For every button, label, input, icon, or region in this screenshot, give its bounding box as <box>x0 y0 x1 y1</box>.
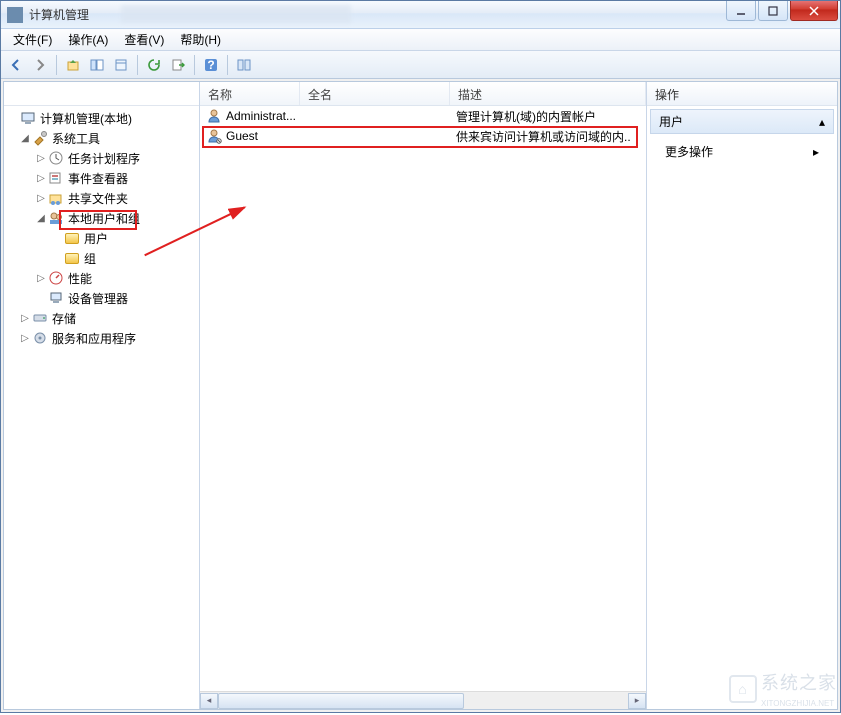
help-button[interactable]: ? <box>200 54 222 76</box>
actions-panel: 操作 用户 ▴ 更多操作 ▸ <box>647 82 837 709</box>
properties-button[interactable] <box>110 54 132 76</box>
folder-icon <box>64 230 80 246</box>
list-row-guest[interactable]: Guest 供来宾访问计算机或访问域的内.. <box>200 126 646 146</box>
cell-name: Guest <box>226 129 258 143</box>
maximize-button[interactable] <box>758 1 788 21</box>
chevron-right-icon: ▸ <box>813 145 819 159</box>
list-header: 名称 全名 描述 <box>200 82 646 106</box>
list-row-administrator[interactable]: Administrat... 管理计算机(域)的内置帐户 <box>200 106 646 126</box>
minimize-button[interactable] <box>726 1 756 21</box>
user-icon <box>206 108 222 124</box>
clock-icon <box>48 150 64 166</box>
content-area: 计算机管理(本地) ◢ 系统工具 ▷ 任务计划程序 ▷ 事件查看器 <box>3 81 838 710</box>
tree-users[interactable]: 用户 <box>4 228 199 248</box>
tree-label: 事件查看器 <box>68 170 128 187</box>
export-button[interactable] <box>167 54 189 76</box>
column-name[interactable]: 名称 <box>200 82 300 105</box>
window-title: 计算机管理 <box>29 6 89 23</box>
titlebar: 计算机管理 <box>1 1 840 29</box>
tree-event-viewer[interactable]: ▷ 事件查看器 <box>4 168 199 188</box>
inactive-title-blur <box>121 5 351 23</box>
menu-help[interactable]: 帮助(H) <box>172 29 229 50</box>
column-fullname[interactable]: 全名 <box>300 82 450 105</box>
folder-icon <box>64 250 80 266</box>
menu-view[interactable]: 查看(V) <box>116 29 172 50</box>
scroll-right-button[interactable]: ▸ <box>628 693 646 709</box>
event-icon <box>48 170 64 186</box>
tree-label: 系统工具 <box>52 130 100 147</box>
toolbar: ? <box>1 51 840 79</box>
shared-folder-icon <box>48 190 64 206</box>
tree-label: 性能 <box>68 270 92 287</box>
services-icon <box>32 330 48 346</box>
tree-label: 用户 <box>84 230 108 247</box>
cell-description: 供来宾访问计算机或访问域的内.. <box>450 128 646 145</box>
tree-label: 本地用户和组 <box>68 210 140 227</box>
column-description[interactable]: 描述 <box>450 82 646 105</box>
tree-label: 计算机管理(本地) <box>40 110 132 127</box>
tree-performance[interactable]: ▷ 性能 <box>4 268 199 288</box>
actions-section-users[interactable]: 用户 ▴ <box>650 109 834 134</box>
tree-device-manager[interactable]: 设备管理器 <box>4 288 199 308</box>
forward-button[interactable] <box>29 54 51 76</box>
horizontal-scrollbar[interactable]: ◂ ▸ <box>200 691 646 709</box>
show-hide-tree-button[interactable] <box>86 54 108 76</box>
tree-label: 存储 <box>52 310 76 327</box>
tree-task-scheduler[interactable]: ▷ 任务计划程序 <box>4 148 199 168</box>
tree-label: 任务计划程序 <box>68 150 140 167</box>
tree-root[interactable]: 计算机管理(本地) <box>4 108 199 128</box>
tree-panel: 计算机管理(本地) ◢ 系统工具 ▷ 任务计划程序 ▷ 事件查看器 <box>4 82 200 709</box>
menu-action[interactable]: 操作(A) <box>60 29 116 50</box>
collapse-icon: ▴ <box>819 115 825 129</box>
menu-file[interactable]: 文件(F) <box>5 29 60 50</box>
tree-storage[interactable]: ▷ 存储 <box>4 308 199 328</box>
actions-more[interactable]: 更多操作 ▸ <box>647 137 837 166</box>
tools-icon <box>32 130 48 146</box>
storage-icon <box>32 310 48 326</box>
back-button[interactable] <box>5 54 27 76</box>
tree-label: 服务和应用程序 <box>52 330 136 347</box>
tree-label: 组 <box>84 250 96 267</box>
tree-system-tools[interactable]: ◢ 系统工具 <box>4 128 199 148</box>
tree-groups[interactable]: 组 <box>4 248 199 268</box>
users-icon <box>48 210 64 226</box>
scroll-left-button[interactable]: ◂ <box>200 693 218 709</box>
tree-shared-folders[interactable]: ▷ 共享文件夹 <box>4 188 199 208</box>
close-button[interactable] <box>790 1 838 21</box>
up-button[interactable] <box>62 54 84 76</box>
list-panel: 名称 全名 描述 Administrat... 管理计算机(域)的内置帐户 G <box>200 82 647 709</box>
scroll-thumb[interactable] <box>218 693 464 709</box>
actions-more-label: 更多操作 <box>665 143 713 160</box>
menubar: 文件(F) 操作(A) 查看(V) 帮助(H) <box>1 29 840 51</box>
actions-header: 操作 <box>647 82 837 106</box>
user-disabled-icon <box>206 128 222 144</box>
tree-label: 共享文件夹 <box>68 190 128 207</box>
app-icon <box>7 7 23 23</box>
performance-icon <box>48 270 64 286</box>
refresh-button[interactable] <box>143 54 165 76</box>
cell-description: 管理计算机(域)的内置帐户 <box>450 108 646 125</box>
actions-section-label: 用户 <box>659 113 683 130</box>
cell-name: Administrat... <box>226 109 296 123</box>
tree-label: 设备管理器 <box>68 290 128 307</box>
svg-text:?: ? <box>207 58 214 72</box>
computer-icon <box>20 110 36 126</box>
device-icon <box>48 290 64 306</box>
tree-services-apps[interactable]: ▷ 服务和应用程序 <box>4 328 199 348</box>
tree-local-users-groups[interactable]: ◢ 本地用户和组 <box>4 208 199 228</box>
view-toggle-button[interactable] <box>233 54 255 76</box>
